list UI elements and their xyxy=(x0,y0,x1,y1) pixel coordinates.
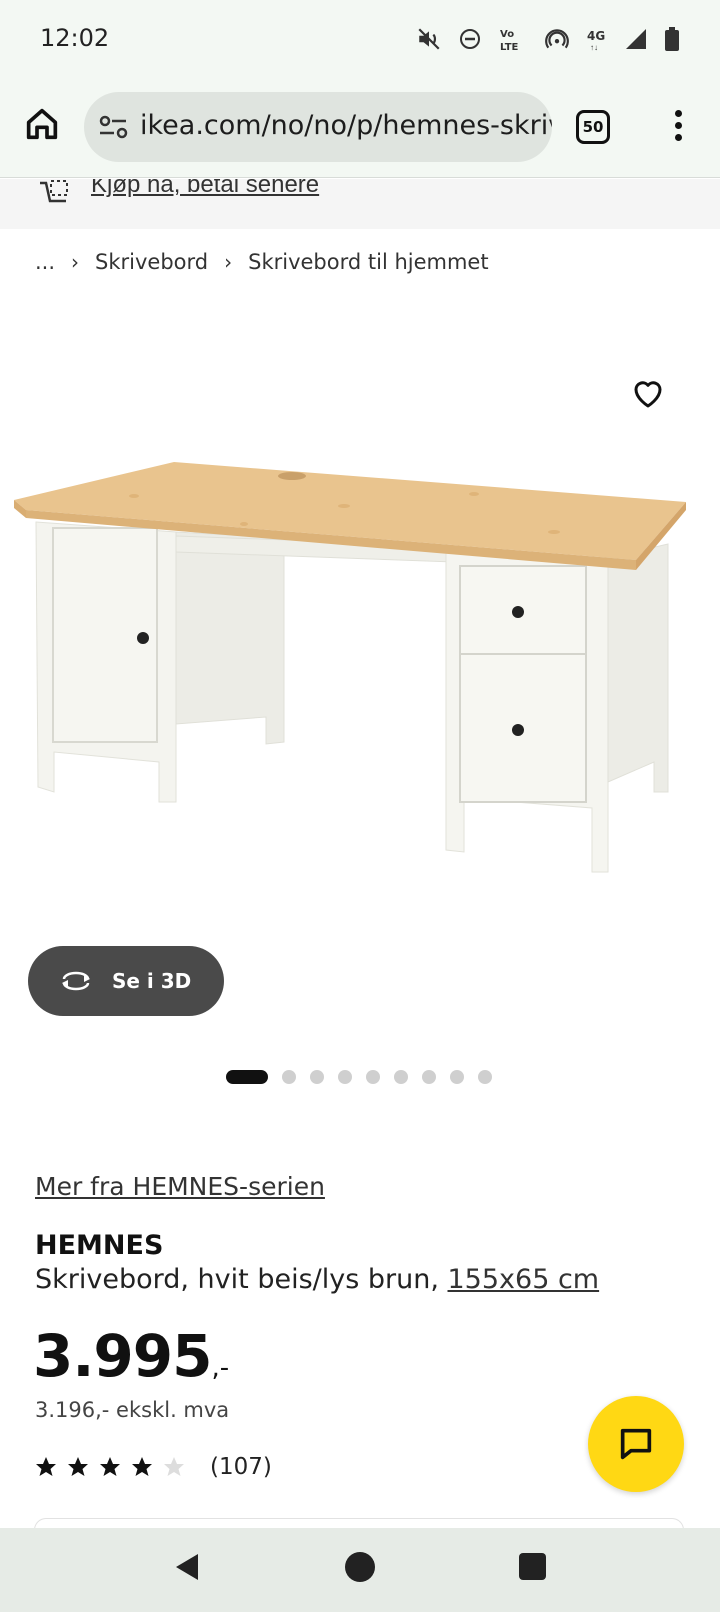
chevron-right-icon: › xyxy=(224,250,233,274)
rating[interactable]: (107) xyxy=(34,1454,272,1480)
carousel-dot[interactable] xyxy=(338,1070,352,1084)
price-value: 3.995 xyxy=(33,1322,212,1390)
carousel-dot[interactable] xyxy=(394,1070,408,1084)
url-text[interactable]: ikea.com/no/no/p/hemnes-skrivebord xyxy=(140,110,552,141)
series-link[interactable]: Mer fra HEMNES-serien xyxy=(35,1172,325,1201)
4g-icon: 4G ↑↓ xyxy=(587,29,605,52)
breadcrumb-item-home-desks[interactable]: Skrivebord til hjemmet xyxy=(248,250,488,274)
svg-text:↑↓: ↑↓ xyxy=(590,43,598,52)
review-count[interactable]: (107) xyxy=(210,1454,272,1480)
favorite-heart-icon[interactable] xyxy=(630,376,666,412)
star-filled-icon xyxy=(36,1457,56,1476)
carousel-dot[interactable] xyxy=(310,1070,324,1084)
rotate-3d-icon xyxy=(62,971,90,991)
product-name: HEMNES xyxy=(35,1230,164,1261)
site-settings-icon[interactable] xyxy=(98,114,130,140)
back-icon[interactable] xyxy=(172,1552,202,1582)
star-empty-icon xyxy=(164,1457,184,1476)
home-nav-icon[interactable] xyxy=(345,1552,375,1582)
breadcrumb: ... › Skrivebord › Skrivebord til hjemme… xyxy=(35,250,489,274)
home-icon[interactable] xyxy=(22,104,62,144)
volte-icon: Vo LTE xyxy=(500,29,519,52)
status-icons: Vo LTE 4G ↑↓ xyxy=(416,26,680,52)
star-filled-icon xyxy=(100,1457,120,1476)
carousel-dot[interactable] xyxy=(366,1070,380,1084)
svg-text:Vo: Vo xyxy=(500,29,514,40)
product-description: Skrivebord, hvit beis/lys brun, 155x65 c… xyxy=(35,1264,599,1295)
product-price: 3.995,- xyxy=(33,1322,229,1390)
browser-toolbar: ikea.com/no/no/p/hemnes-skrivebord 50 xyxy=(0,80,720,178)
chat-icon xyxy=(620,1428,652,1460)
system-nav-bar xyxy=(0,1528,720,1612)
breadcrumb-item-desks[interactable]: Skrivebord xyxy=(95,250,208,274)
carousel-dot-active[interactable] xyxy=(226,1070,268,1084)
chevron-right-icon: › xyxy=(71,250,80,274)
carousel-dot[interactable] xyxy=(282,1070,296,1084)
breadcrumb-item-ellipsis[interactable]: ... xyxy=(35,250,55,274)
dnd-icon xyxy=(460,29,480,49)
price-suffix: ,- xyxy=(211,1353,230,1383)
carousel-dot[interactable] xyxy=(478,1070,492,1084)
promo-banner: Kjøp nå, betal senere xyxy=(0,179,720,229)
carousel-dots xyxy=(226,1070,492,1084)
carousel-dot[interactable] xyxy=(422,1070,436,1084)
product-type-text: Skrivebord, hvit beis/lys brun, xyxy=(35,1264,439,1295)
carousel-dot[interactable] xyxy=(450,1070,464,1084)
product-image[interactable] xyxy=(14,462,708,902)
view-3d-button[interactable]: Se i 3D xyxy=(28,946,224,1016)
battery-icon xyxy=(665,27,679,51)
overflow-menu-icon[interactable] xyxy=(664,110,692,146)
svg-text:LTE: LTE xyxy=(500,42,519,52)
status-time: 12:02 xyxy=(40,24,110,52)
hotspot-icon xyxy=(545,29,569,49)
svg-text:4G: 4G xyxy=(587,29,605,43)
star-filled-icon xyxy=(68,1457,88,1476)
pay-later-link[interactable]: Kjøp nå, betal senere xyxy=(91,179,319,199)
recents-icon[interactable] xyxy=(519,1553,546,1580)
price-excl-vat: 3.196,- ekskl. mva xyxy=(35,1398,230,1422)
basket-icon xyxy=(40,180,68,203)
star-filled-icon xyxy=(132,1457,152,1476)
status-bar: 12:02 Vo LTE 4G ↑↓ xyxy=(0,0,720,80)
product-size-link[interactable]: 155x65 cm xyxy=(448,1264,600,1295)
view-3d-label: Se i 3D xyxy=(112,969,192,993)
address-bar[interactable]: ikea.com/no/no/p/hemnes-skrivebord xyxy=(84,92,552,162)
chat-button[interactable] xyxy=(588,1396,684,1492)
tab-switcher-button[interactable]: 50 xyxy=(576,110,610,144)
signal-icon xyxy=(626,29,646,49)
mute-icon xyxy=(418,28,440,50)
